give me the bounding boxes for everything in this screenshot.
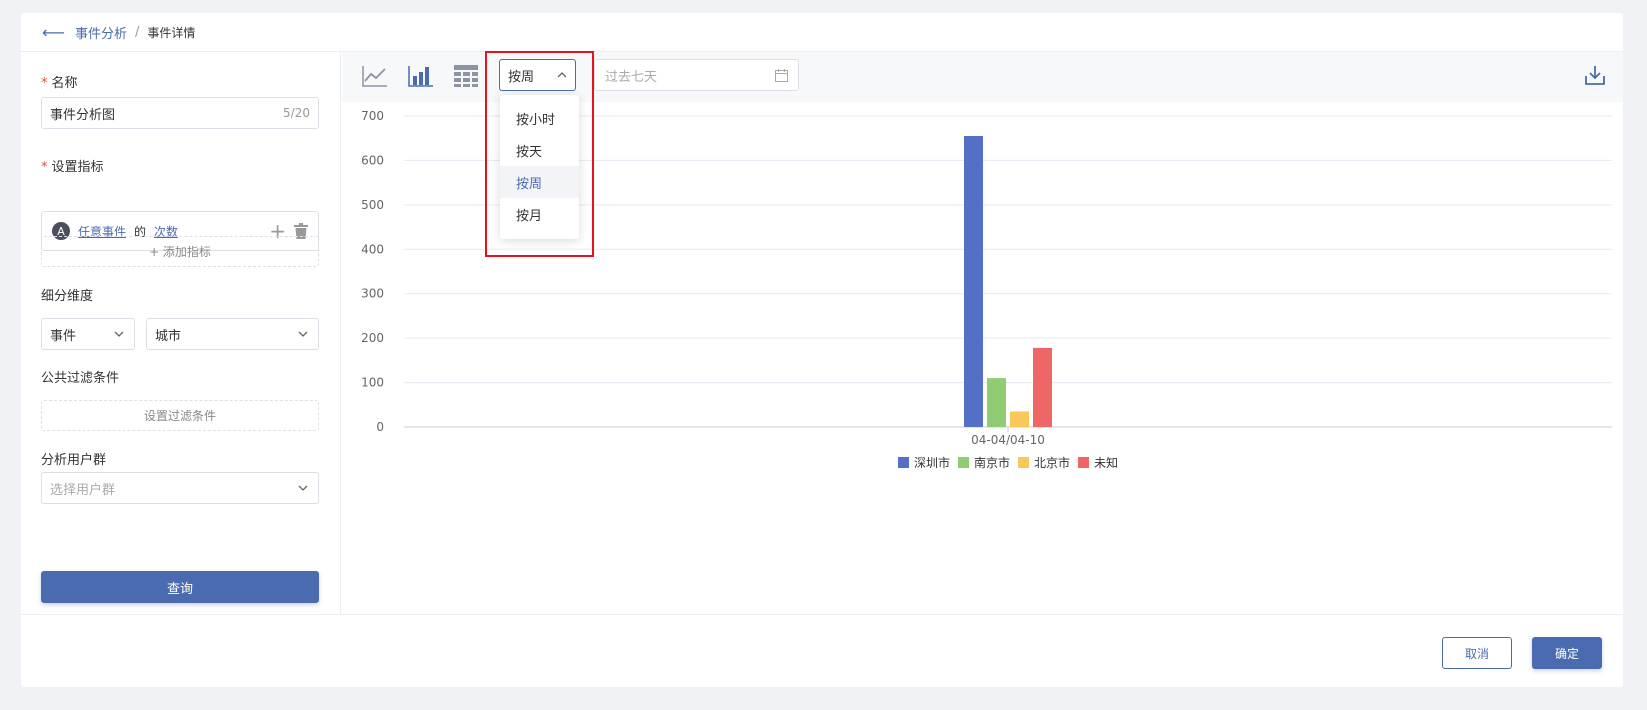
legend-label: 深圳市	[914, 455, 950, 470]
bar-深圳市	[964, 135, 983, 427]
chevron-down-icon	[114, 331, 124, 337]
bar-南京市	[987, 378, 1006, 427]
metric-label: * 设置指标	[41, 160, 104, 175]
dimension-type-select[interactable]: 事件	[41, 318, 135, 350]
x-tick-label: 04-04/04-10	[971, 433, 1045, 447]
dimension-value: 城市	[155, 328, 182, 344]
y-tick-label: 500	[361, 198, 384, 212]
legend-swatch	[1018, 457, 1029, 468]
query-button[interactable]: 查询	[41, 571, 319, 603]
chevron-down-icon	[298, 485, 308, 491]
usergroup-placeholder: 选择用户群	[50, 482, 116, 498]
footer: 取消 确定	[21, 614, 1623, 687]
chevron-down-icon	[298, 331, 308, 337]
table-icon[interactable]	[453, 64, 479, 88]
y-tick-label: 0	[376, 420, 384, 434]
dimension-value-select[interactable]: 城市	[146, 318, 319, 350]
breadcrumb-parent[interactable]: 事件分析	[75, 23, 127, 42]
legend-swatch	[898, 457, 909, 468]
y-tick-label: 200	[361, 331, 384, 345]
legend-label: 未知	[1094, 456, 1118, 470]
bar-北京市	[1010, 411, 1029, 427]
y-tick-label: 700	[361, 109, 384, 123]
name-counter: 5/20	[283, 106, 310, 120]
config-panel: * 名称 事件分析图 5/20 * 设置指标 A 任意事件 的 次数 + + 添加指…	[21, 52, 341, 614]
breadcrumb-current: 事件详情	[147, 25, 196, 40]
bar-未知	[1033, 347, 1052, 427]
name-value: 事件分析图	[50, 107, 116, 123]
breadcrumb: ⟵ 事件分析 / 事件详情	[21, 13, 1623, 52]
filter-label: 公共过滤条件	[41, 371, 120, 386]
set-filter-button[interactable]: 设置过滤条件	[41, 400, 319, 431]
dimension-label: 细分维度	[41, 289, 94, 304]
confirm-button[interactable]: 确定	[1532, 637, 1602, 669]
legend-label: 南京市	[974, 455, 1010, 470]
back-arrow-icon[interactable]: ⟵	[42, 23, 65, 42]
date-range-picker[interactable]: 过去七天	[594, 59, 799, 91]
bar-chart-icon[interactable]	[408, 64, 434, 88]
legend-label: 北京市	[1034, 455, 1070, 470]
y-tick-label: 400	[361, 242, 384, 256]
highlight-annotation-box	[485, 51, 594, 257]
usergroup-label: 分析用户群	[41, 453, 107, 468]
y-tick-label: 100	[361, 376, 384, 390]
usergroup-select[interactable]: 选择用户群	[41, 472, 319, 504]
main-card: ⟵ 事件分析 / 事件详情 * 名称 事件分析图 5/20 * 设置指标 A 任意事…	[21, 13, 1623, 687]
line-chart-icon[interactable]	[362, 64, 388, 88]
y-tick-label: 300	[361, 287, 384, 301]
dimension-type-value: 事件	[50, 328, 77, 344]
cancel-button[interactable]: 取消	[1442, 637, 1512, 669]
legend-swatch	[958, 457, 969, 468]
calendar-icon	[775, 68, 788, 82]
y-tick-label: 600	[361, 153, 384, 167]
add-metric-button[interactable]: + 添加指标	[41, 236, 319, 267]
breadcrumb-separator: /	[134, 24, 140, 40]
date-range-placeholder: 过去七天	[605, 69, 658, 85]
name-label: * 名称	[41, 76, 78, 91]
name-field[interactable]: 事件分析图 5/20	[41, 97, 319, 129]
legend-swatch	[1078, 457, 1089, 468]
download-icon[interactable]	[1585, 65, 1605, 85]
